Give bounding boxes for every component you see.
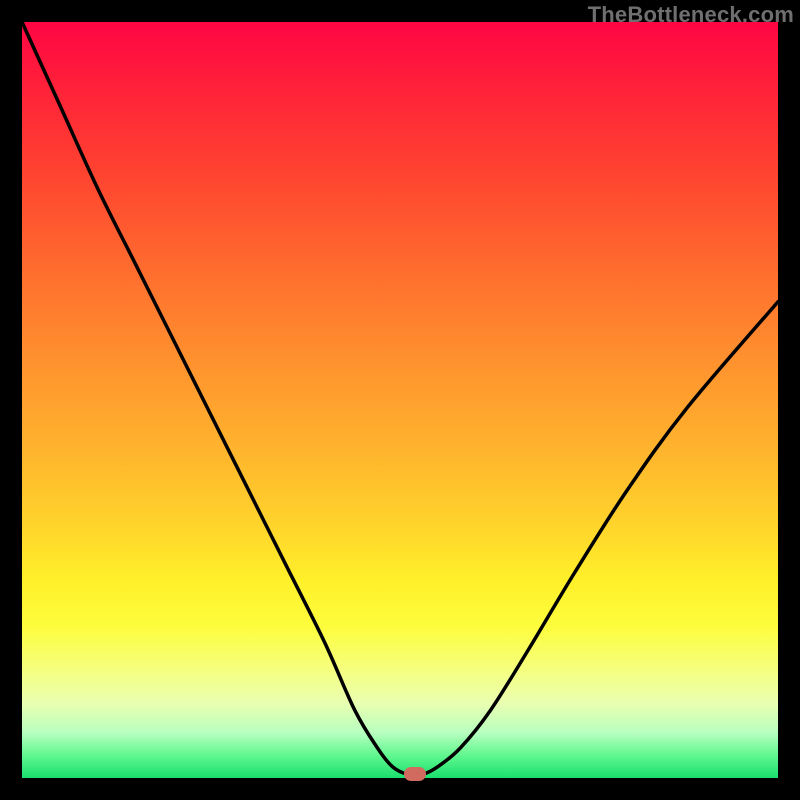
chart-frame: TheBottleneck.com <box>0 0 800 800</box>
watermark-text: TheBottleneck.com <box>588 2 794 28</box>
chart-plot-area <box>22 22 778 778</box>
minimum-marker <box>404 767 426 781</box>
bottleneck-curve-path <box>22 22 778 775</box>
bottleneck-curve <box>22 22 778 778</box>
